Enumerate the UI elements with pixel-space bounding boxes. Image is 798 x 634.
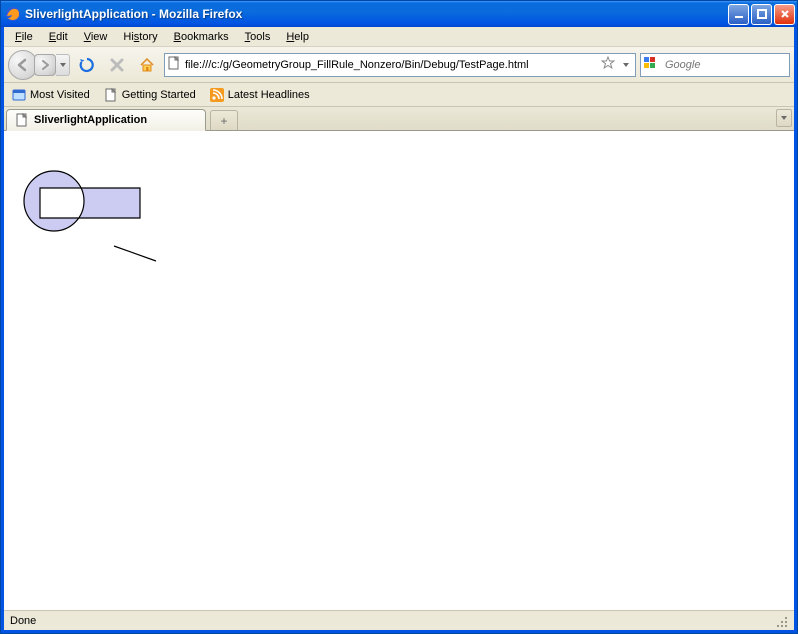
window-title: SliverlightApplication - Mozilla Firefox bbox=[25, 7, 728, 21]
search-input[interactable] bbox=[665, 59, 798, 71]
reload-button[interactable] bbox=[74, 52, 100, 78]
silverlight-canvas bbox=[4, 131, 794, 610]
rss-icon bbox=[210, 88, 224, 102]
url-bar[interactable] bbox=[164, 53, 636, 77]
firefox-icon bbox=[5, 6, 21, 22]
bookmark-label: Latest Headlines bbox=[228, 89, 310, 101]
url-dropdown[interactable] bbox=[619, 61, 633, 69]
close-button[interactable] bbox=[774, 4, 795, 25]
menu-file-label: ile bbox=[22, 31, 33, 43]
window-inner: FFileile Edit View History Bookmarks Too… bbox=[1, 27, 797, 633]
menu-history-label: tory bbox=[139, 31, 157, 43]
menu-tools-label: ools bbox=[250, 31, 270, 43]
home-button[interactable] bbox=[134, 52, 160, 78]
menu-help-label: elp bbox=[294, 31, 309, 43]
navigation-toolbar bbox=[4, 47, 794, 83]
most-visited-icon bbox=[12, 88, 26, 102]
menubar: FFileile Edit View History Bookmarks Too… bbox=[4, 27, 794, 47]
stop-button[interactable] bbox=[104, 52, 130, 78]
menu-tools[interactable]: Tools bbox=[238, 29, 278, 45]
menu-bookmarks[interactable]: Bookmarks bbox=[167, 29, 236, 45]
page-icon bbox=[104, 88, 118, 102]
menu-edit[interactable]: Edit bbox=[42, 29, 75, 45]
new-tab-button[interactable]: + bbox=[210, 110, 238, 130]
plus-icon: + bbox=[220, 114, 227, 128]
page-content bbox=[4, 131, 794, 610]
window-buttons bbox=[728, 4, 795, 25]
bookmarks-toolbar: Most Visited Getting Started Latest Head… bbox=[4, 83, 794, 107]
resize-grip[interactable] bbox=[774, 614, 788, 628]
search-engine-icon[interactable] bbox=[643, 56, 657, 73]
tab-title: SliverlightApplication bbox=[34, 114, 147, 126]
minimize-button[interactable] bbox=[728, 4, 749, 25]
status-text: Done bbox=[10, 615, 36, 627]
tab-overflow-button[interactable] bbox=[776, 109, 792, 127]
tab-active[interactable]: SliverlightApplication bbox=[6, 109, 206, 131]
status-bar: Done bbox=[4, 610, 794, 630]
bookmark-getting-started[interactable]: Getting Started bbox=[100, 86, 200, 104]
firefox-window: SliverlightApplication - Mozilla Firefox… bbox=[0, 0, 798, 634]
nav-cluster bbox=[8, 50, 70, 80]
menu-file[interactable]: FFileile bbox=[8, 29, 40, 45]
menu-view-label: iew bbox=[91, 31, 108, 43]
menu-bookmarks-label: ookmarks bbox=[181, 31, 229, 43]
menu-edit-label: dit bbox=[56, 31, 68, 43]
bookmark-most-visited[interactable]: Most Visited bbox=[8, 86, 94, 104]
menu-view[interactable]: View bbox=[77, 29, 115, 45]
titlebar[interactable]: SliverlightApplication - Mozilla Firefox bbox=[1, 1, 797, 27]
page-icon bbox=[15, 113, 29, 127]
maximize-button[interactable] bbox=[751, 4, 772, 25]
url-input[interactable] bbox=[185, 59, 597, 71]
menu-help[interactable]: Help bbox=[279, 29, 316, 45]
bookmark-star-icon[interactable] bbox=[601, 56, 615, 73]
page-icon bbox=[167, 56, 181, 73]
tab-strip: SliverlightApplication + bbox=[4, 107, 794, 131]
search-bar[interactable] bbox=[640, 53, 790, 77]
forward-button[interactable] bbox=[34, 54, 56, 76]
bookmark-latest-headlines[interactable]: Latest Headlines bbox=[206, 86, 314, 104]
menu-history[interactable]: History bbox=[116, 29, 164, 45]
bookmark-label: Most Visited bbox=[30, 89, 90, 101]
nav-history-dropdown[interactable] bbox=[56, 54, 70, 76]
bookmark-label: Getting Started bbox=[122, 89, 196, 101]
